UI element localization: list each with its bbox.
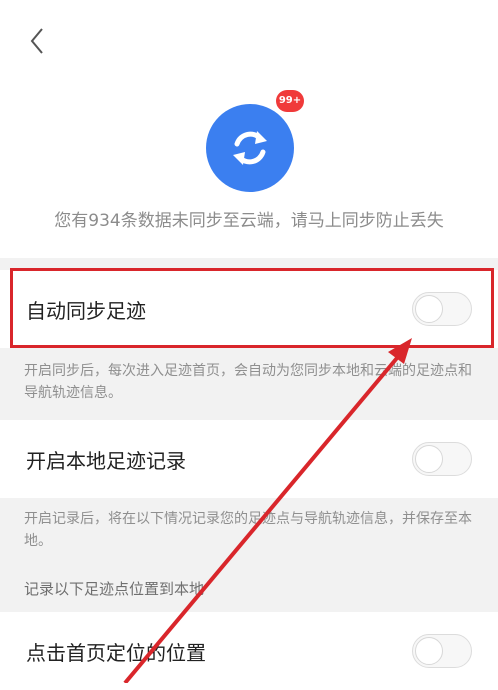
setting-row-local-record: 开启本地足迹记录 xyxy=(0,420,498,498)
sync-button[interactable] xyxy=(206,104,294,192)
home-location-toggle[interactable] xyxy=(412,634,472,668)
local-record-toggle[interactable] xyxy=(412,442,472,476)
toggle-knob xyxy=(415,637,443,665)
section-title: 记录以下足迹点位置到本地 xyxy=(24,580,205,598)
setting-row-home-location: 点击首页定位的位置 xyxy=(0,612,498,690)
unsynced-notice: 您有934条数据未同步至云端，请马上同步防止丢失 xyxy=(54,211,444,231)
unsynced-count-badge: 99+ xyxy=(276,90,304,112)
chevron-left-icon xyxy=(30,28,43,54)
auto-sync-description: 开启同步后，每次进入足迹首页，会自动为您同步本地和云端的足迹点和导航轨迹信息。 xyxy=(24,363,472,401)
top-bar xyxy=(0,0,498,80)
setting-label: 开启本地足迹记录 xyxy=(26,448,186,473)
divider xyxy=(0,258,498,270)
sync-icon xyxy=(233,131,267,165)
setting-row-auto-sync: 自动同步足迹 xyxy=(0,270,498,348)
setting-label: 自动同步足迹 xyxy=(26,298,146,323)
toggle-knob xyxy=(415,445,443,473)
toggle-knob xyxy=(415,295,443,323)
back-button[interactable] xyxy=(22,24,52,58)
setting-label: 点击首页定位的位置 xyxy=(26,640,206,665)
auto-sync-toggle[interactable] xyxy=(412,292,472,326)
local-record-description: 开启记录后，将在以下情况记录您的足迹点与导航轨迹信息，并保存至本地。 xyxy=(24,511,472,549)
